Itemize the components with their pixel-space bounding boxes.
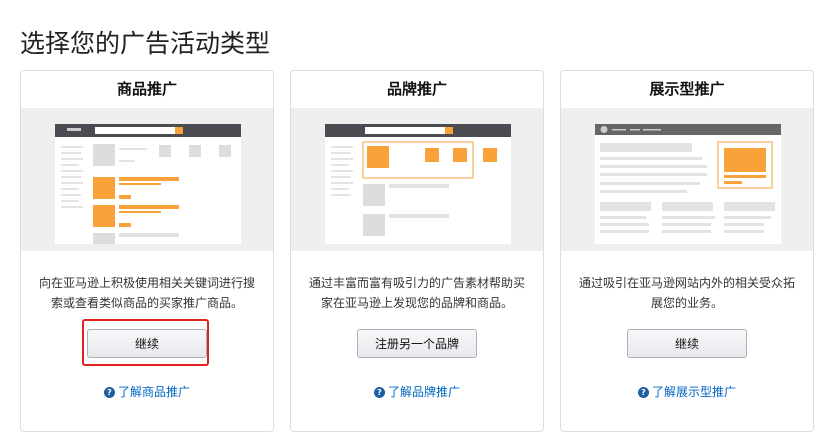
learn-more-label[interactable]: 了解商品推广	[118, 385, 190, 399]
sponsored-brands-illustration	[291, 108, 543, 251]
page-title: 选择您的广告活动类型	[20, 29, 271, 58]
learn-more-link[interactable]: ? 了解品牌推广	[291, 383, 543, 400]
sponsored-products-illustration	[21, 108, 273, 251]
learn-more-label[interactable]: 了解品牌推广	[388, 385, 460, 399]
learn-more-link[interactable]: ? 了解商品推广	[21, 383, 273, 400]
card-description: 向在亚马逊上积极使用相关关键词进行搜索或查看类似商品的买家推广商品。	[39, 276, 256, 310]
sponsored-brands-card: 品牌推广 通过丰富而富有吸引力的广告素材帮助买家在亚马逊上发现您的品牌和商品。 …	[290, 70, 544, 432]
register-brand-button[interactable]: 注册另一个品牌	[357, 329, 477, 358]
help-icon: ?	[637, 387, 649, 398]
card-title: 商品推广	[116, 80, 177, 98]
continue-button[interactable]: 继续	[627, 329, 747, 358]
card-title: 品牌推广	[386, 80, 447, 98]
help-icon: ?	[373, 387, 385, 398]
sponsored-display-card: 展示型推广 通过吸引在亚马逊网站内外的相关受众拓展您的业务。 继续 ? 了解展示型…	[560, 70, 814, 432]
sponsored-products-card: 商品推广 向在亚马逊上积极使用相关关键词进行搜索或查看类似商品的买家推广商品。 …	[20, 70, 274, 432]
learn-more-link[interactable]: ? 了解展示型推广	[561, 383, 813, 400]
card-description: 通过丰富而富有吸引力的广告素材帮助买家在亚马逊上发现您的品牌和商品。	[309, 276, 526, 310]
help-icon: ?	[103, 387, 115, 398]
highlight-box	[82, 319, 209, 366]
card-title: 展示型推广	[649, 80, 725, 98]
learn-more-label[interactable]: 了解展示型推广	[652, 385, 736, 399]
card-description: 通过吸引在亚马逊网站内外的相关受众拓展您的业务。	[579, 276, 796, 310]
sponsored-display-illustration	[561, 108, 813, 251]
